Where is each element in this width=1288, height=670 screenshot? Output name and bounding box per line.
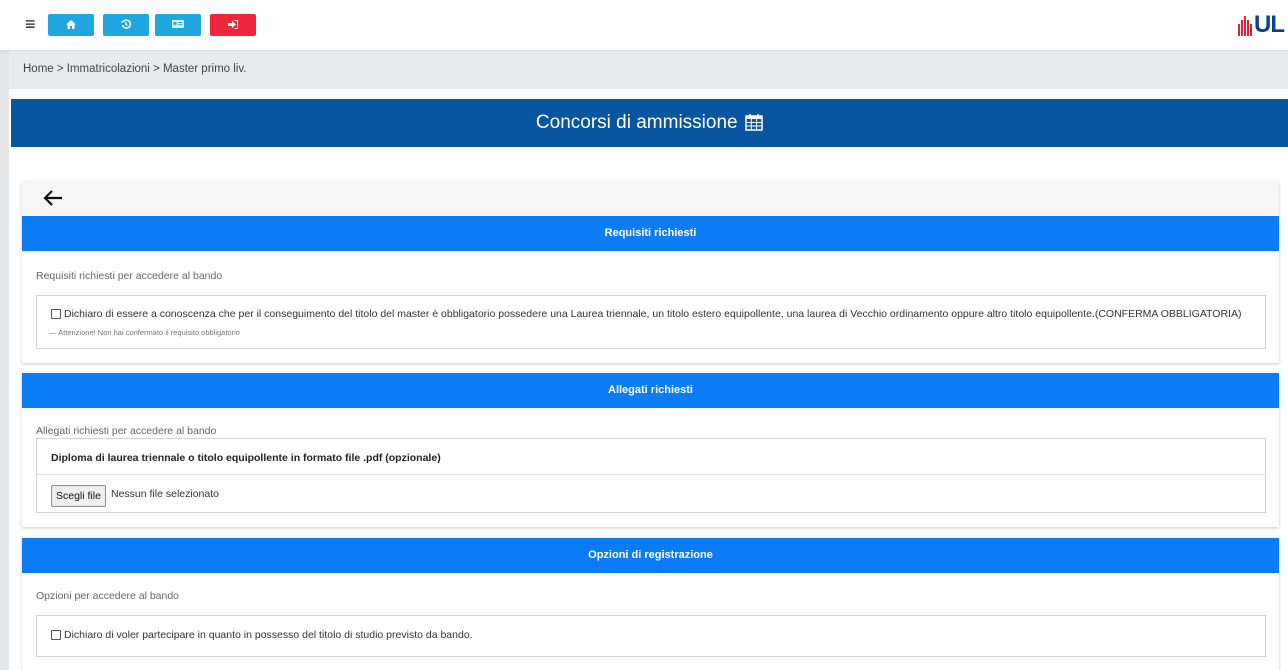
requisiti-checkbox-row[interactable]: Dichiaro di essere a conoscenza che per … [51,308,1241,320]
left-sidebar-strip [0,50,9,670]
id-card-button[interactable] [155,14,201,36]
opzioni-card: Opzioni di registrazione Opzioni per acc… [22,538,1279,670]
calendar-icon [745,114,763,131]
university-logo[interactable]: UL [1238,10,1285,40]
page-title: Concorsi di ammissione [535,112,738,133]
page-header: Concorsi di ammissione [11,99,1288,147]
requisiti-checkbox[interactable] [51,309,61,319]
choose-file-button[interactable]: Scegli file [51,485,106,507]
logo-text: UL [1254,11,1285,38]
requisiti-checkbox-label: Dichiaro di essere a conoscenza che per … [64,308,1242,320]
opzioni-checkbox-row[interactable]: Dichiaro di voler partecipare in quanto … [51,629,473,641]
history-icon [121,19,132,29]
allegati-header: Allegati richiesti [22,373,1279,408]
requisiti-header: Requisiti richiesti [22,216,1279,251]
allegati-box: Diploma di laurea triennale o titolo equ… [36,438,1266,513]
opzioni-box: Dichiaro di voler partecipare in quanto … [36,615,1266,657]
home-button[interactable] [48,14,94,36]
requisiti-description: Requisiti richiesti per accedere al band… [36,270,223,282]
logout-icon [228,20,238,29]
top-navbar: ≡ UL [0,0,1288,51]
breadcrumb-bar: Home > Immatricolazioni > Master primo l… [9,51,1288,89]
opzioni-description: Opzioni per accedere al bando [36,590,180,602]
file-status: Nessun file selezionato [111,488,219,500]
hamburger-icon[interactable]: ≡ [25,14,36,34]
breadcrumb: Home > Immatricolazioni > Master primo l… [23,63,247,75]
requisiti-box: Dichiaro di essere a conoscenza che per … [36,295,1266,349]
logout-button[interactable] [210,14,256,36]
requisiti-card: Requisiti richiesti Requisiti richiesti … [22,181,1279,363]
id-card-icon [172,20,184,28]
back-arrow-icon[interactable] [42,187,64,209]
home-icon [66,20,76,29]
logo-bars-icon [1238,14,1252,36]
back-bar [22,181,1279,217]
file-title: Diploma di laurea triennale o titolo equ… [51,452,441,464]
divider [37,474,1265,475]
history-button[interactable] [103,14,149,36]
opzioni-checkbox-label: Dichiaro di voler partecipare in quanto … [64,629,473,641]
opzioni-header: Opzioni di registrazione [22,538,1279,573]
allegati-description: Allegati richiesti per accedere al bando [36,425,217,437]
requisiti-warning: — Attenzione! Non hai confermato il requ… [49,328,240,337]
opzioni-checkbox[interactable] [51,630,61,640]
allegati-card: Allegati richiesti Allegati richiesti pe… [22,373,1279,527]
